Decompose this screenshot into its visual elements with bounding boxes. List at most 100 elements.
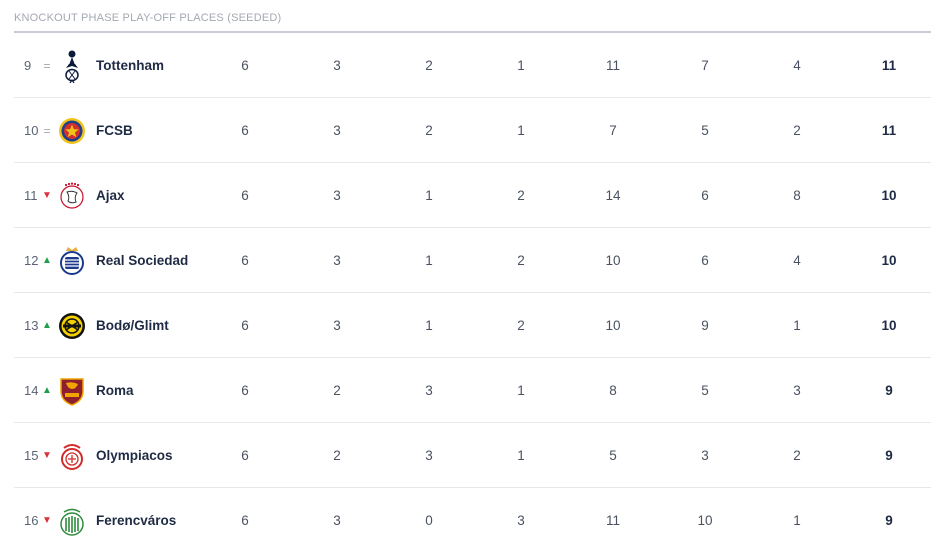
played: 6 — [241, 188, 249, 203]
won: 3 — [333, 253, 341, 268]
team-name[interactable]: Olympiacos — [96, 423, 216, 488]
trend-indicator: ▼ — [42, 450, 52, 461]
fcsb-crest-icon — [58, 98, 86, 163]
played: 6 — [241, 448, 249, 463]
lost: 1 — [517, 383, 525, 398]
goals-against: 6 — [701, 188, 709, 203]
goal-difference: 1 — [793, 318, 801, 333]
team-name[interactable]: Tottenham — [96, 33, 216, 98]
goals-for: 11 — [605, 513, 620, 528]
points: 9 — [885, 513, 893, 528]
goal-difference: 2 — [793, 448, 801, 463]
points: 10 — [881, 318, 897, 333]
points: 10 — [881, 253, 897, 268]
points: 9 — [885, 383, 893, 398]
position: 9 — [24, 58, 32, 73]
roma-crest-icon — [58, 358, 86, 423]
team-name[interactable]: Roma — [96, 358, 216, 423]
trend-indicator: ▼ — [42, 190, 52, 201]
goals-against: 10 — [697, 513, 713, 528]
team-name[interactable]: FCSB — [96, 98, 216, 163]
goal-difference: 8 — [793, 188, 801, 203]
drawn: 1 — [425, 188, 433, 203]
drawn: 0 — [425, 513, 433, 528]
trend-indicator: ▲ — [42, 320, 52, 331]
won: 2 — [333, 448, 341, 463]
goal-difference: 2 — [793, 123, 801, 138]
goals-for: 10 — [605, 253, 621, 268]
lost: 3 — [517, 513, 525, 528]
goals-against: 7 — [701, 58, 709, 73]
table-row[interactable]: 11 ▼ Ajax 6 3 1 2 14 6 8 10 — [14, 163, 931, 228]
tottenham-crest-icon — [58, 33, 86, 98]
standings-table: 9 = Tottenham 6 3 2 1 11 7 4 11 10 = FCS… — [14, 33, 931, 553]
goals-for: 8 — [609, 383, 617, 398]
table-row[interactable]: 13 ▲ Bodø/Glimt 6 3 1 2 10 9 1 10 — [14, 293, 931, 358]
drawn: 1 — [425, 253, 433, 268]
lost: 1 — [517, 123, 525, 138]
points: 11 — [881, 58, 897, 73]
won: 3 — [333, 58, 341, 73]
lost: 2 — [517, 188, 525, 203]
ferencvaros-crest-icon — [58, 488, 86, 553]
trend-indicator: ▲ — [42, 385, 52, 396]
position: 10 — [24, 123, 39, 138]
won: 3 — [333, 318, 341, 333]
goal-difference: 4 — [793, 58, 801, 73]
goals-for: 14 — [605, 188, 621, 203]
table-row[interactable]: 16 ▼ Ferencváros 6 3 0 3 11 10 1 9 — [14, 488, 931, 553]
goals-against: 3 — [701, 448, 709, 463]
real-sociedad-crest-icon — [58, 228, 86, 293]
position: 14 — [24, 383, 39, 398]
table-row[interactable]: 9 = Tottenham 6 3 2 1 11 7 4 11 — [14, 33, 931, 98]
lost: 2 — [517, 318, 525, 333]
trend-indicator: ▼ — [42, 515, 52, 526]
position: 12 — [24, 253, 39, 268]
goal-difference: 3 — [793, 383, 801, 398]
trend-indicator: ▲ — [42, 255, 52, 266]
played: 6 — [241, 383, 249, 398]
position: 15 — [24, 448, 39, 463]
lost: 1 — [517, 58, 525, 73]
trend-indicator: = — [43, 123, 51, 138]
position: 16 — [24, 513, 39, 528]
table-row[interactable]: 15 ▼ Olympiacos 6 2 3 1 5 3 2 9 — [14, 423, 931, 488]
team-name[interactable]: Bodø/Glimt — [96, 293, 216, 358]
goals-for: 11 — [605, 58, 620, 73]
points: 10 — [881, 188, 897, 203]
goals-for: 7 — [609, 123, 617, 138]
goals-for: 10 — [605, 318, 621, 333]
lost: 2 — [517, 253, 525, 268]
won: 3 — [333, 188, 341, 203]
goals-against: 6 — [701, 253, 709, 268]
drawn: 1 — [425, 318, 433, 333]
team-name[interactable]: Real Sociedad — [96, 228, 216, 293]
won: 3 — [333, 123, 341, 138]
goals-against: 5 — [701, 383, 709, 398]
table-row[interactable]: 10 = FCSB 6 3 2 1 7 5 2 11 — [14, 98, 931, 163]
section-title: KNOCKOUT PHASE PLAY-OFF PLACES (SEEDED) — [14, 12, 282, 24]
points: 11 — [881, 123, 897, 138]
played: 6 — [241, 513, 249, 528]
played: 6 — [241, 318, 249, 333]
position: 11 — [24, 188, 38, 203]
table-row[interactable]: 12 ▲ Real Sociedad 6 3 1 2 10 6 4 10 — [14, 228, 931, 293]
goals-against: 9 — [701, 318, 709, 333]
olympiacos-crest-icon — [58, 423, 86, 488]
position: 13 — [24, 318, 39, 333]
won: 2 — [333, 383, 341, 398]
won: 3 — [333, 513, 341, 528]
goals-for: 5 — [609, 448, 617, 463]
goal-difference: 4 — [793, 253, 801, 268]
team-name[interactable]: Ajax — [96, 163, 216, 228]
goal-difference: 1 — [793, 513, 801, 528]
played: 6 — [241, 58, 249, 73]
drawn: 3 — [425, 448, 433, 463]
table-row[interactable]: 14 ▲ Roma 6 2 3 1 8 5 3 9 — [14, 358, 931, 423]
played: 6 — [241, 253, 249, 268]
trend-indicator: = — [43, 58, 51, 73]
drawn: 2 — [425, 123, 433, 138]
bodo-glimt-crest-icon — [58, 293, 86, 358]
team-name[interactable]: Ferencváros — [96, 488, 216, 553]
lost: 1 — [517, 448, 525, 463]
